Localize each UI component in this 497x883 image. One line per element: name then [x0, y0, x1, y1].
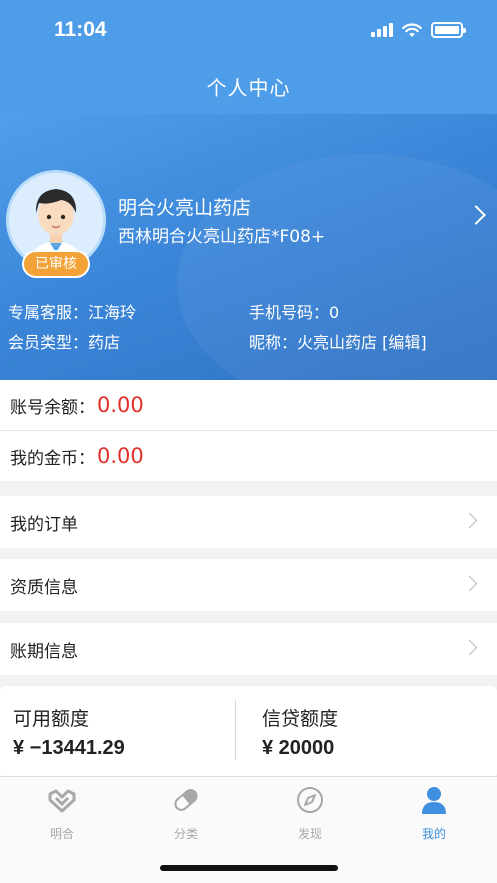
status-time: 11:04	[54, 18, 107, 41]
wifi-icon	[402, 22, 422, 37]
menu-item-label: 账期信息	[10, 641, 78, 662]
available-credit-value: ¥ −13441.29	[13, 737, 125, 759]
page-title: 个人中心	[206, 76, 291, 100]
nickname-value: 火亮山药店	[297, 333, 378, 352]
heart-logo-icon	[48, 789, 76, 813]
available-credit-label: 可用额度	[13, 708, 90, 730]
service-label: 专属客服：	[8, 303, 89, 322]
credit-card: 可用额度 ¥ −13441.29 信贷额度 ¥ 20000	[0, 686, 497, 778]
chevron-right-icon	[461, 575, 478, 592]
nickname-row: 昵称：火亮山药店 [编辑]	[249, 329, 427, 353]
phone-label: 手机号码：	[249, 303, 330, 322]
compass-icon	[297, 787, 323, 813]
chevron-right-icon	[461, 512, 478, 529]
service-row: 专属客服：江海玲	[8, 299, 136, 323]
tab-categories[interactable]: 分类	[146, 785, 226, 842]
store-name: 明合火亮山药店	[118, 197, 252, 219]
tab-label: 发现	[297, 827, 322, 841]
credit-limit-label: 信贷额度	[262, 708, 339, 730]
tab-label: 我的	[421, 827, 446, 841]
profile-card[interactable]: 已审核 明合火亮山药店 西林明合火亮山药店*F08+ 专属客服：江海玲 手机号码…	[0, 114, 497, 380]
gold-coins-row[interactable]: 我的金币： 0.00	[0, 431, 497, 481]
menu-item-label: 资质信息	[10, 577, 78, 598]
service-value: 江海玲	[88, 303, 137, 322]
tab-label: 明合	[49, 827, 74, 841]
account-balance-value: 0.00	[97, 393, 144, 417]
gold-coins-value: 0.00	[97, 444, 144, 468]
top-bar: 11:04 个人中心	[0, 0, 497, 114]
account-balance-label: 账号余额：	[10, 397, 95, 418]
member-type-row: 会员类型：药店	[8, 329, 120, 353]
pill-icon	[174, 789, 198, 811]
home-indicator	[160, 865, 338, 871]
avatar-container: 已审核	[6, 170, 106, 278]
credit-limit-value: ¥ 20000	[262, 737, 335, 759]
tab-discover[interactable]: 发现	[270, 785, 350, 842]
member-type-value: 药店	[88, 333, 121, 352]
menu-item-qualifications[interactable]: 资质信息	[0, 559, 497, 611]
chevron-right-icon	[461, 639, 478, 656]
phone-value: 0	[329, 303, 340, 322]
menu-item-orders[interactable]: 我的订单	[0, 496, 497, 548]
menu-item-label: 我的订单	[10, 514, 78, 535]
store-subtitle: 西林明合火亮山药店*F08+	[118, 227, 326, 247]
tab-home[interactable]: 明合	[22, 785, 102, 842]
nickname-label: 昵称：	[249, 333, 298, 352]
edit-nickname-link[interactable]: [编辑]	[382, 333, 427, 352]
signal-icon	[371, 23, 393, 37]
menu-item-billing-period[interactable]: 账期信息	[0, 623, 497, 675]
phone-row: 手机号码：0	[249, 299, 339, 323]
tab-label: 分类	[173, 827, 198, 841]
tab-mine[interactable]: 我的	[394, 785, 474, 842]
account-balance-row[interactable]: 账号余额： 0.00	[0, 380, 497, 430]
member-type-label: 会员类型：	[8, 333, 89, 352]
status-icons	[371, 22, 466, 38]
battery-icon	[431, 22, 466, 38]
divider	[235, 700, 236, 760]
person-icon	[422, 787, 446, 814]
verified-badge: 已审核	[22, 250, 90, 278]
gold-coins-label: 我的金币：	[10, 448, 95, 469]
